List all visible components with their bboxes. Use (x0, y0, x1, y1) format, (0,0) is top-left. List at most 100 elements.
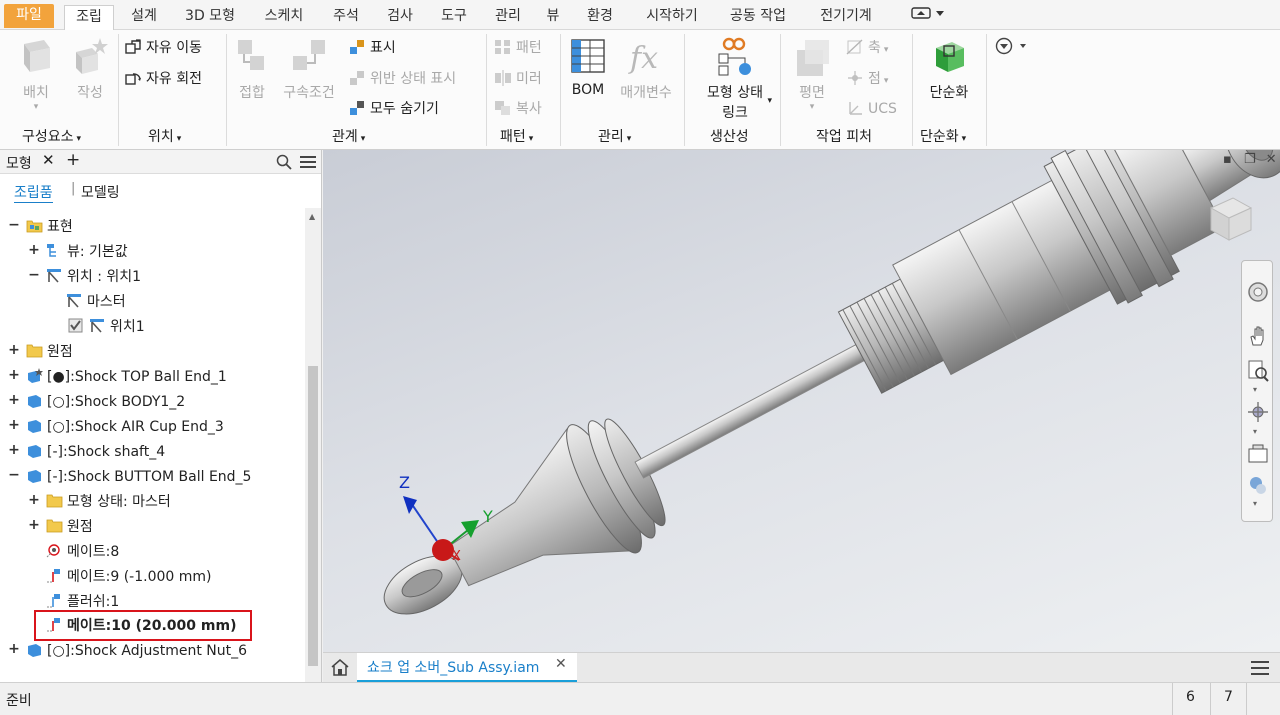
tab-electromechanical[interactable]: 전기기계 (808, 5, 884, 30)
tree-node-sub-origin[interactable]: 원점 (46, 515, 93, 539)
expand-toggle[interactable]: + (8, 417, 20, 433)
expand-toggle[interactable]: + (8, 641, 20, 657)
chevron-down-icon[interactable]: ▾ (1253, 385, 1257, 394)
free-rotate-button[interactable]: 자유 회전 (124, 68, 202, 90)
position-group-label[interactable]: 위치 ▾ (148, 126, 181, 146)
manage-group-label[interactable]: 관리 ▾ (598, 126, 631, 146)
show-button[interactable]: 표시 (348, 37, 396, 59)
tab-environments[interactable]: 환경 (580, 5, 620, 30)
tab-get-started[interactable]: 시작하기 (634, 5, 710, 30)
tab-file[interactable]: 파일 (4, 4, 54, 28)
tree-node-part-3[interactable]: [○]:Shock AIR Cup End_3 (26, 415, 224, 439)
simplify-button[interactable]: 단순화 (920, 36, 978, 102)
expand-toggle[interactable]: + (28, 517, 40, 533)
tab-inspect[interactable]: 검사 (380, 5, 420, 30)
tab-design[interactable]: 설계 (124, 5, 164, 30)
axis-button[interactable]: 축 ▾ (846, 37, 888, 59)
relationships-group-label[interactable]: 관계 ▾ (332, 126, 365, 146)
tab-sketch[interactable]: 스케치 (256, 5, 312, 30)
close-icon[interactable]: ✕ (42, 151, 55, 169)
mirror-button[interactable]: 미러 (494, 68, 542, 90)
tab-assemble[interactable]: 조립 (64, 5, 114, 31)
tab-tools[interactable]: 도구 (434, 5, 474, 30)
tree-node-master[interactable]: 마스터 (66, 290, 126, 314)
pattern-button[interactable]: 패턴 (494, 37, 542, 59)
pattern-group-label[interactable]: 패턴 ▾ (500, 126, 533, 146)
tree-node-origin[interactable]: 원점 (26, 340, 73, 364)
tree-node-part-4[interactable]: [-]:Shock shaft_4 (26, 440, 165, 464)
browser-scrollbar[interactable]: ▲ (305, 208, 321, 682)
tab-3d-model[interactable]: 3D 모형 (178, 5, 242, 30)
scroll-thumb[interactable] (308, 366, 318, 666)
tree-node-part-5[interactable]: [-]:Shock BUTTOM Ball End_5 (26, 465, 251, 489)
component-group-label[interactable]: 구성요소 ▾ (22, 126, 81, 146)
search-icon[interactable] (276, 154, 292, 170)
free-move-button[interactable]: 자유 이동 (124, 37, 202, 59)
representations-folder-icon (26, 220, 43, 233)
steering-wheel-icon[interactable] (1247, 281, 1269, 303)
ucs-button[interactable]: UCS (846, 98, 897, 120)
tree-node-mate-10[interactable]: 메이트:10 (20.000 mm) (46, 614, 236, 638)
point-button[interactable]: 점 ▾ (846, 68, 888, 90)
tree-node-model-state[interactable]: 모형 상태: 마스터 (46, 490, 171, 514)
minimize-icon[interactable]: ▪ (1223, 152, 1232, 167)
chevron-down-icon[interactable]: ▾ (1253, 499, 1257, 508)
parameters-button[interactable]: fx 매개변수 (614, 36, 678, 102)
menu-icon[interactable] (1251, 660, 1269, 676)
tree-node-part-2[interactable]: [○]:Shock BODY1_2 (26, 390, 185, 414)
tree-node-position1[interactable]: 위치1 (68, 315, 145, 339)
quick-access-dropdown[interactable] (994, 37, 1030, 59)
expand-toggle[interactable]: + (28, 242, 40, 258)
tab-collaborate[interactable]: 공동 작업 (720, 5, 796, 30)
add-tab-icon[interactable]: + (66, 150, 80, 170)
tab-manage[interactable]: 관리 (488, 5, 528, 30)
expand-toggle[interactable]: + (8, 342, 20, 358)
tab-annotate[interactable]: 주석 (326, 5, 366, 30)
collapse-toggle[interactable]: − (8, 467, 20, 483)
chevron-down-icon[interactable]: ▾ (1253, 427, 1257, 436)
tree-node-positional[interactable]: 위치 : 위치1 (46, 265, 141, 289)
joint-button[interactable]: 접합 (232, 36, 272, 102)
bom-button[interactable]: BOM (566, 36, 610, 98)
menu-icon[interactable] (300, 155, 316, 169)
orbit-icon[interactable] (1247, 401, 1269, 423)
collapse-toggle[interactable]: − (8, 217, 20, 233)
home-icon[interactable] (331, 659, 349, 676)
expand-toggle[interactable]: + (8, 392, 20, 408)
checkbox-checked-icon[interactable] (68, 318, 85, 333)
graphics-viewport[interactable]: Z Y X ▪ ❐ ✕ ▾ ▾ ▾ (323, 150, 1280, 652)
create-button[interactable]: 작성 (66, 36, 114, 102)
expand-toggle[interactable]: + (8, 442, 20, 458)
close-icon[interactable]: ✕ (555, 656, 567, 672)
tree-node-part-1[interactable]: [●]:Shock TOP Ball End_1 (26, 365, 227, 389)
place-button[interactable]: 배치 ▾ (10, 36, 62, 112)
appearance-icon[interactable] (1247, 475, 1269, 497)
constrain-button[interactable]: 구속조건 (278, 36, 340, 102)
simplification-group-label[interactable]: 단순화 ▾ (920, 126, 966, 146)
tab-view[interactable]: 뷰 (540, 5, 566, 30)
viewcube-icon[interactable] (1203, 190, 1259, 246)
tree-node-representations[interactable]: 표현 (26, 215, 73, 239)
tree-node-mate-9[interactable]: 메이트:9 (-1.000 mm) (46, 565, 212, 589)
scroll-up-icon[interactable]: ▲ (309, 212, 315, 221)
document-tab[interactable]: 쇼크 업 소버_Sub Assy.iam ✕ (357, 653, 577, 682)
tree-node-mate-8[interactable]: 메이트:8 (46, 540, 119, 564)
expand-toggle[interactable]: + (28, 492, 40, 508)
collapse-toggle[interactable]: − (28, 267, 40, 283)
look-at-icon[interactable] (1247, 443, 1269, 465)
tree-node-part-6[interactable]: [○]:Shock Adjustment Nut_6 (26, 639, 247, 663)
pan-hand-icon[interactable] (1247, 325, 1269, 347)
ribbon-display-toggle[interactable] (908, 5, 948, 30)
show-sick-button[interactable]: 위반 상태 표시 (348, 68, 456, 90)
tree-node-view[interactable]: 뷰: 기본값 (46, 240, 128, 264)
tab-modeling[interactable]: 모델링 (81, 182, 120, 202)
copy-button[interactable]: 복사 (494, 98, 542, 120)
plane-button[interactable]: 평면 ▾ (786, 36, 838, 112)
zoom-icon[interactable] (1247, 359, 1269, 383)
hide-all-button[interactable]: 모두 숨기기 (348, 98, 439, 120)
close-icon[interactable]: ✕ (1266, 152, 1277, 167)
model-state-link-button[interactable]: 모형 상태 링크 ▾ (694, 36, 776, 122)
expand-toggle[interactable]: + (8, 367, 20, 383)
tab-assembly[interactable]: 조립품 (14, 182, 53, 203)
maximize-icon[interactable]: ❐ (1244, 152, 1256, 167)
